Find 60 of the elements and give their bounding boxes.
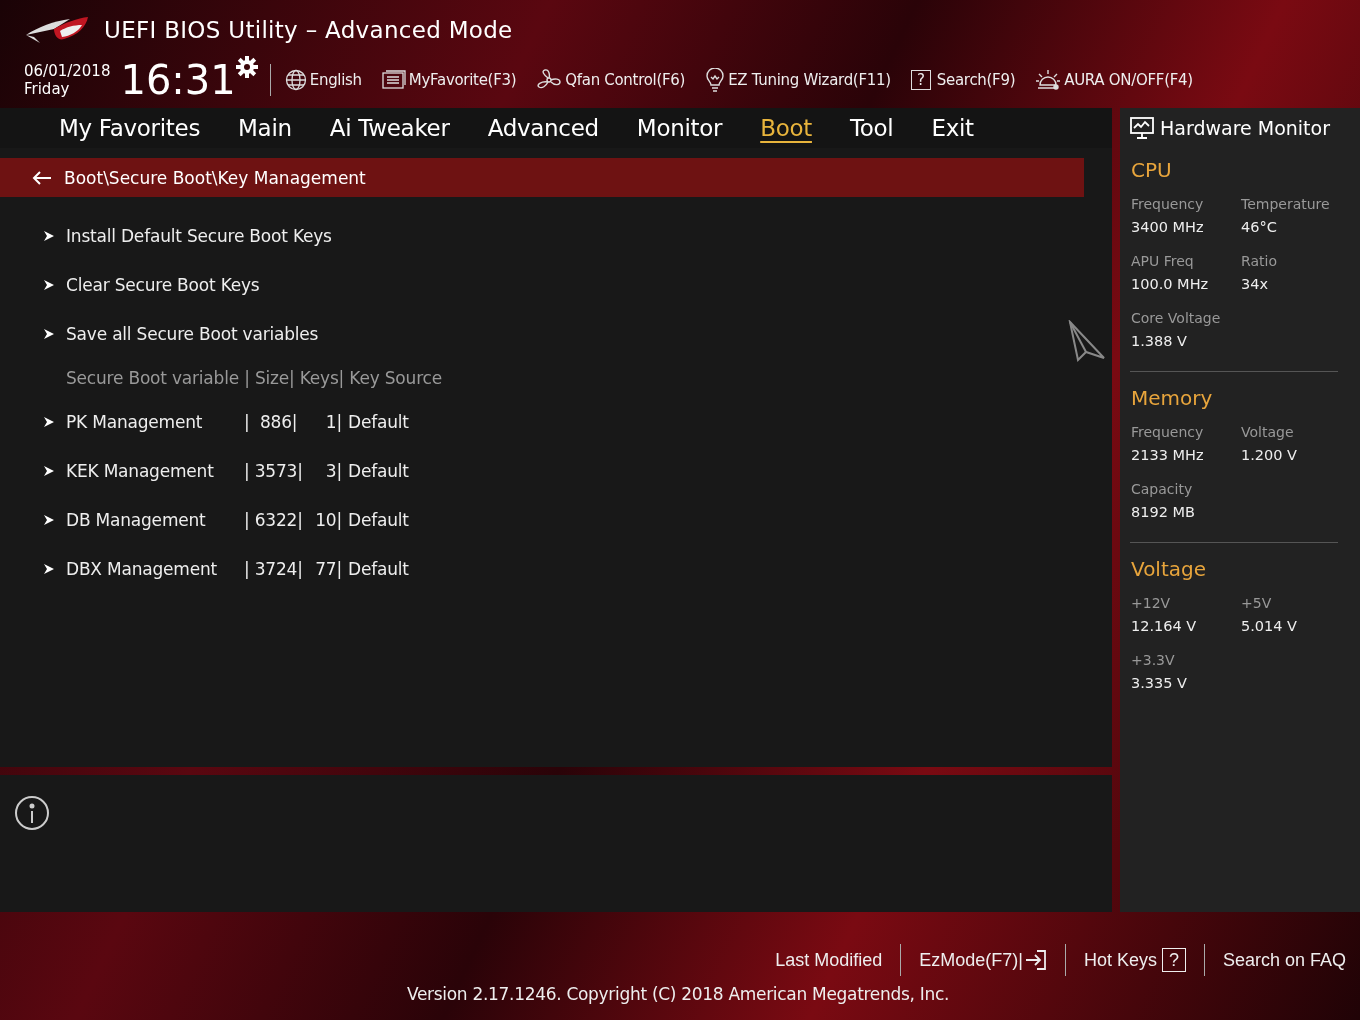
reading-label: Core Voltage <box>1131 310 1222 326</box>
clock-time: 16:31 <box>120 60 236 100</box>
reading-label: Frequency <box>1131 196 1205 212</box>
question-icon: ? <box>1161 948 1186 972</box>
reading-label: Voltage <box>1241 424 1295 440</box>
reading-label: Ratio <box>1241 253 1278 269</box>
question-icon: ? <box>910 70 931 90</box>
reading-label: +3.3V <box>1131 652 1176 668</box>
reading-value: 8192 MB <box>1131 504 1196 520</box>
reading-value: 100.0 MHz <box>1131 276 1210 292</box>
reading-value: 12.164 V <box>1131 618 1198 634</box>
toolbar-button[interactable]: EZ Tuning Wizard(F11) <box>705 68 891 92</box>
toolbar-button[interactable]: AURA ON/OFF(F4) <box>1035 69 1193 91</box>
footer-link[interactable]: Search on FAQ <box>1222 949 1346 971</box>
menu-tab[interactable]: Boot <box>741 110 831 146</box>
reading-label: Capacity <box>1131 481 1194 497</box>
menu-tab[interactable]: Ai Tweaker <box>310 110 469 146</box>
window-title: UEFI BIOS Utility – Advanced Mode <box>104 17 513 43</box>
toolbar-button[interactable]: ? Search(F9) <box>910 70 1016 90</box>
menu-item[interactable]: Clear Secure Boot Keys <box>44 260 260 309</box>
section-title: CPU <box>1131 158 1173 182</box>
reading-label: +12V <box>1131 595 1172 611</box>
menu-tab[interactable]: Exit <box>912 110 993 146</box>
section-title: Memory <box>1131 386 1214 410</box>
reading-value: 1.388 V <box>1131 333 1189 349</box>
reading-value: 3400 MHz <box>1131 219 1205 235</box>
version-text: Version 2.17.1246. Copyright (C) 2018 American Megatrends, Inc. <box>406 984 950 1004</box>
day-text: Friday <box>24 80 71 98</box>
menu-item[interactable]: KEK Management | 3573| 3| Default <box>44 446 409 495</box>
reading-value: 1.200 V <box>1241 447 1299 463</box>
reading-value: 5.014 V <box>1241 618 1299 634</box>
reading-value: 34x <box>1241 276 1270 292</box>
menu-tab[interactable]: My Favorites <box>40 110 220 146</box>
menu-tab[interactable]: Advanced <box>468 110 618 146</box>
date-text: 06/01/2018 <box>24 62 111 80</box>
menu-tab[interactable]: Main <box>219 110 311 146</box>
reading-label: Frequency <box>1131 424 1205 440</box>
menu-tab[interactable]: Tool <box>830 110 913 146</box>
footer-link[interactable]: Hot Keys ? <box>1083 948 1186 972</box>
reading-label: APU Freq <box>1131 253 1195 269</box>
menu-item[interactable]: Install Default Secure Boot Keys <box>44 211 332 260</box>
toolbar-button[interactable]: Qfan Control(F6) <box>536 69 686 91</box>
column-header: Secure Boot variable | Size| Keys| Key Source <box>65 366 442 390</box>
breadcrumb-bar[interactable]: Boot\Secure Boot\Key Management <box>0 158 1084 197</box>
footer-link[interactable]: Last Modified <box>775 949 883 971</box>
reading-label: Temperature <box>1241 196 1331 212</box>
footer-link[interactable]: EzMode(F7)| <box>919 949 1047 971</box>
menu-item[interactable]: DBX Management | 3724| 77| Default <box>44 544 409 593</box>
menu-tab[interactable]: Monitor <box>617 110 742 146</box>
reading-value: 2133 MHz <box>1131 447 1205 463</box>
toolbar-button[interactable]: English <box>284 69 362 91</box>
panel-title: Hardware Monitor <box>1160 117 1330 139</box>
reading-value: 3.335 V <box>1131 675 1189 691</box>
reading-value: 46°C <box>1241 219 1278 235</box>
menu-item[interactable]: DB Management | 6322| 10| Default <box>44 495 409 544</box>
section-title: Voltage <box>1131 557 1208 581</box>
menu-item[interactable]: Save all Secure Boot variables <box>44 309 319 358</box>
toolbar-button[interactable]: MyFavorite(F3) <box>381 70 517 90</box>
reading-label: +5V <box>1241 595 1273 611</box>
menu-item[interactable]: PK Management | 886| 1| Default <box>44 397 409 446</box>
